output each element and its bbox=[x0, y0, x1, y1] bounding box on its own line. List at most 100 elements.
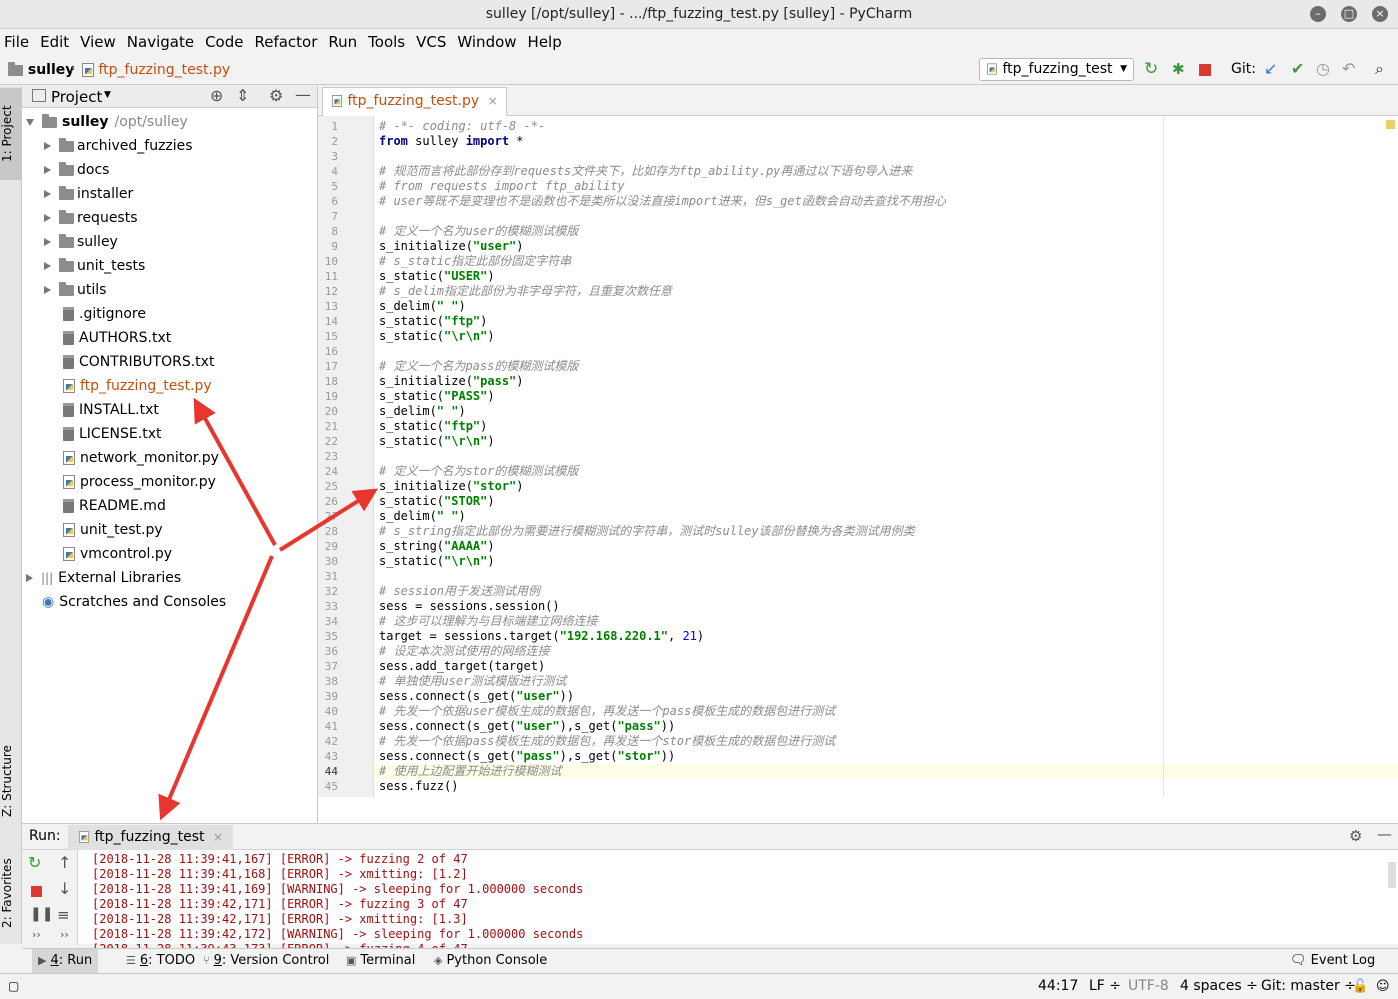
code-line[interactable]: # 使用上边配置开始进行模糊测试 bbox=[379, 764, 561, 779]
revert-icon[interactable]: ↶ bbox=[1342, 59, 1355, 78]
inspection-status-icon[interactable] bbox=[1386, 120, 1395, 129]
caret-position[interactable]: 44:17 bbox=[1038, 974, 1078, 999]
tool-tab-run[interactable]: ▶ 4: Run bbox=[32, 949, 99, 973]
tree-folder[interactable]: utils bbox=[44, 278, 106, 302]
event-log-button[interactable]: 🗨 Event Log bbox=[1290, 949, 1375, 973]
code-line[interactable]: s_static("ftp") bbox=[379, 419, 487, 434]
more-icon[interactable]: ›› bbox=[32, 928, 41, 941]
tree-file[interactable]: LICENSE.txt bbox=[63, 422, 161, 446]
window-layout-icon[interactable]: ▢ bbox=[8, 974, 19, 999]
tree-file[interactable]: INSTALL.txt bbox=[63, 398, 159, 422]
code-line[interactable]: # s_string指定此部份为需要进行模糊测试的字符串，测试时sulley该部… bbox=[379, 524, 915, 539]
code-line[interactable]: # 先发一个依据pass模板生成的数据包，再发送一个stor模板生成的数据包进行… bbox=[379, 734, 835, 749]
tree-file[interactable]: README.md bbox=[63, 494, 166, 518]
debug-icon[interactable]: ✱ bbox=[1172, 60, 1185, 78]
more-icon[interactable]: ›› bbox=[60, 928, 69, 941]
search-icon[interactable]: ⌕ bbox=[1375, 59, 1384, 79]
rerun-icon[interactable]: ↻ bbox=[28, 853, 41, 872]
code-line[interactable]: sess.connect(s_get("user")) bbox=[379, 689, 574, 704]
run-tab-ftp-fuzzing-test[interactable]: ftp_fuzzing_test × bbox=[68, 825, 234, 850]
history-icon[interactable]: ◷ bbox=[1316, 59, 1330, 78]
code-area[interactable]: # -*- coding: utf-8 -*- from sulley impor… bbox=[374, 116, 1398, 797]
code-line[interactable]: sess.connect(s_get("pass"),s_get("stor")… bbox=[379, 749, 675, 764]
collapse-all-icon[interactable]: ⇕ bbox=[236, 86, 249, 105]
tree-scratches[interactable]: ◉ Scratches and Consoles bbox=[42, 590, 226, 614]
code-line[interactable]: # 先发一个依据user模板生成的数据包，再发送一个pass模板生成的数据包进行… bbox=[379, 704, 835, 719]
favorites-tool-tab[interactable]: 2: Favorites bbox=[0, 846, 22, 941]
tree-root[interactable]: sulley/opt/sulley bbox=[26, 110, 188, 134]
code-line[interactable]: s_string("AAAA") bbox=[379, 539, 495, 554]
menu-code[interactable]: Code bbox=[205, 33, 243, 51]
rerun-icon[interactable]: ↻ bbox=[1144, 59, 1158, 79]
line-separator[interactable]: LF ÷ bbox=[1089, 974, 1121, 999]
tree-file[interactable]: vmcontrol.py bbox=[63, 542, 172, 566]
code-line[interactable]: # from requests import ftp_ability bbox=[379, 179, 625, 194]
expand-down-icon[interactable] bbox=[26, 118, 34, 126]
close-icon[interactable]: × bbox=[1372, 6, 1388, 22]
code-line[interactable]: # s_static指定此部份固定字符串 bbox=[379, 254, 571, 269]
tree-file[interactable]: unit_test.py bbox=[63, 518, 163, 542]
expand-right-icon[interactable] bbox=[44, 214, 51, 222]
arrow-up-icon[interactable]: ↑ bbox=[58, 853, 71, 872]
tree-folder[interactable]: installer bbox=[44, 182, 133, 206]
tool-tab-python-console[interactable]: ◈ Python Console bbox=[428, 949, 553, 973]
code-line[interactable]: # 定义一个名为stor的模糊测试模版 bbox=[379, 464, 578, 479]
run-config-dropdown[interactable]: ftp_fuzzing_test ▼ bbox=[979, 58, 1134, 81]
tree-file[interactable]: AUTHORS.txt bbox=[63, 326, 171, 350]
tree-folder[interactable]: unit_tests bbox=[44, 254, 145, 278]
menu-file[interactable]: File bbox=[4, 33, 29, 51]
menu-window[interactable]: Window bbox=[457, 33, 516, 51]
expand-right-icon[interactable] bbox=[44, 238, 51, 246]
project-view-selector[interactable]: Project bbox=[51, 88, 102, 106]
git-branch[interactable]: Git: master ÷ bbox=[1261, 974, 1356, 999]
code-line[interactable]: sess = sessions.session() bbox=[379, 599, 560, 614]
stop-icon[interactable] bbox=[31, 886, 42, 897]
tree-file[interactable]: ftp_fuzzing_test.py bbox=[63, 374, 212, 398]
code-line[interactable]: s_static("USER") bbox=[379, 269, 495, 284]
soft-wrap-icon[interactable]: ≡ bbox=[57, 906, 70, 924]
menu-help[interactable]: Help bbox=[528, 33, 562, 51]
hide-icon[interactable]: — bbox=[295, 85, 311, 104]
menu-edit[interactable]: Edit bbox=[40, 33, 69, 51]
git-update-icon[interactable]: ↙ bbox=[1264, 59, 1277, 78]
expand-right-icon[interactable] bbox=[44, 286, 51, 294]
file-encoding[interactable]: UTF-8 bbox=[1128, 974, 1169, 999]
console-scrollbar[interactable] bbox=[1388, 862, 1396, 888]
code-line[interactable]: s_delim(" ") bbox=[379, 404, 466, 419]
menu-tools[interactable]: Tools bbox=[368, 33, 405, 51]
editor-tab-ftp-fuzzing-test[interactable]: ftp_fuzzing_test.py × bbox=[322, 87, 507, 116]
expand-right-icon[interactable] bbox=[26, 574, 33, 582]
tree-file[interactable]: network_monitor.py bbox=[63, 446, 219, 470]
tree-folder[interactable]: archived_fuzzies bbox=[44, 134, 193, 158]
gear-icon[interactable]: ⚙ bbox=[1349, 827, 1362, 845]
close-tab-icon[interactable]: × bbox=[213, 830, 223, 844]
code-line[interactable]: s_static("STOR") bbox=[379, 494, 495, 509]
close-tab-icon[interactable]: × bbox=[488, 94, 498, 108]
expand-right-icon[interactable] bbox=[44, 166, 51, 174]
code-line[interactable]: s_static("\r\n") bbox=[379, 329, 495, 344]
menu-refactor[interactable]: Refactor bbox=[254, 33, 317, 51]
tree-folder[interactable]: sulley bbox=[44, 230, 118, 254]
code-line[interactable]: s_static("ftp") bbox=[379, 314, 487, 329]
menu-view[interactable]: View bbox=[80, 33, 116, 51]
code-line[interactable]: sess.fuzz() bbox=[379, 779, 458, 794]
tree-folder[interactable]: requests bbox=[44, 206, 138, 230]
tool-tab-terminal[interactable]: ▣ Terminal bbox=[340, 949, 421, 973]
code-line[interactable]: # session用于发送测试用例 bbox=[379, 584, 540, 599]
breadcrumb-root[interactable]: sulley bbox=[8, 61, 74, 78]
code-line[interactable]: sess.add_target(target) bbox=[379, 659, 545, 674]
breadcrumb-file[interactable]: ftp_fuzzing_test.py bbox=[82, 62, 230, 78]
code-line[interactable]: # 这步可以理解为与目标端建立网络连接 bbox=[379, 614, 597, 629]
inspector-icon[interactable]: ☺ bbox=[1376, 974, 1390, 999]
structure-tool-tab[interactable]: Z: Structure bbox=[0, 736, 22, 826]
code-line[interactable]: s_static("\r\n") bbox=[379, 434, 495, 449]
code-line[interactable]: s_static("PASS") bbox=[379, 389, 495, 404]
gear-icon[interactable]: ⚙ bbox=[269, 86, 283, 105]
maximize-icon[interactable]: □ bbox=[1341, 6, 1357, 22]
tree-file[interactable]: process_monitor.py bbox=[63, 470, 216, 494]
stop-icon[interactable] bbox=[1199, 64, 1211, 76]
code-line[interactable]: s_initialize("stor") bbox=[379, 479, 524, 494]
project-tool-tab[interactable]: 1: Project bbox=[0, 88, 22, 180]
hide-icon[interactable]: — bbox=[1377, 825, 1392, 843]
code-line[interactable]: # 定义一个名为user的模糊测试模版 bbox=[379, 224, 578, 239]
